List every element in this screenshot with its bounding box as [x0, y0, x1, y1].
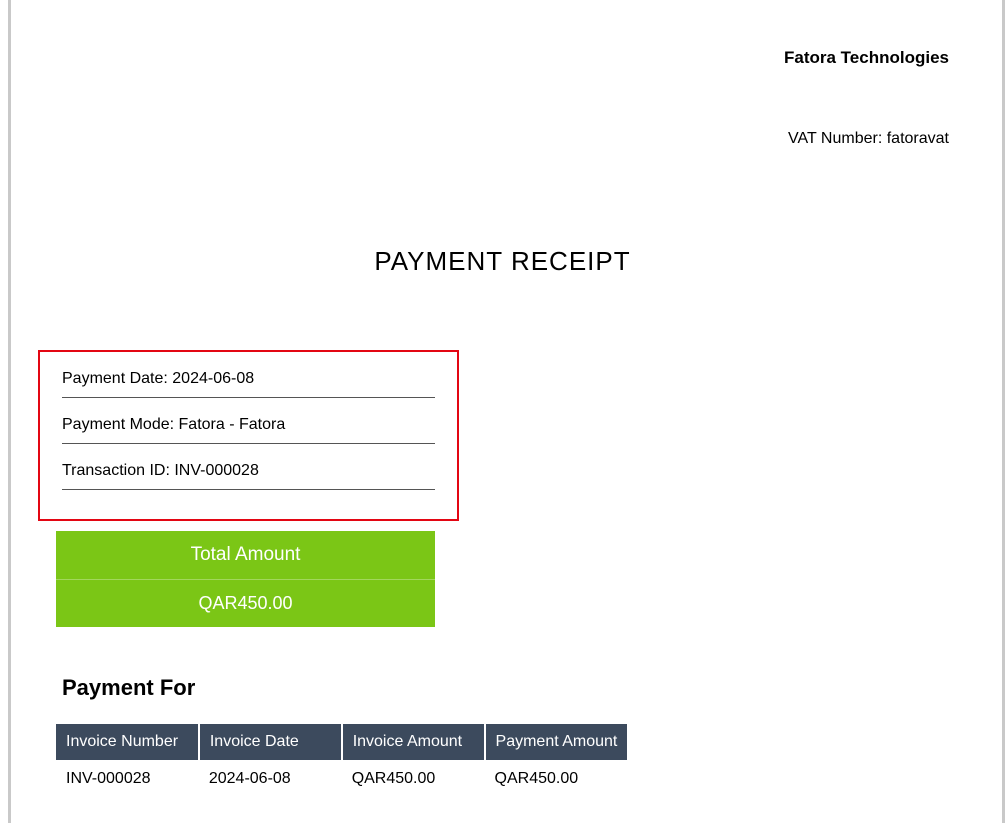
receipt-content: Fatora Technologies VAT Number: fatorava…	[0, 0, 1005, 823]
payment-details-box: Payment Date: 2024-06-08 Payment Mode: F…	[38, 350, 459, 521]
receipt-title: PAYMENT RECEIPT	[0, 246, 1005, 277]
payment-date-value: 2024-06-08	[172, 370, 254, 387]
vat-label: VAT Number:	[788, 130, 882, 147]
invoice-table: Invoice Number Invoice Date Invoice Amou…	[56, 724, 627, 788]
transaction-id-value: INV-000028	[174, 462, 259, 479]
payment-mode-label: Payment Mode:	[62, 416, 174, 433]
total-amount-box: Total Amount QAR450.00	[56, 531, 435, 627]
total-amount: QAR450.00	[56, 580, 435, 627]
header-invoice-date: Invoice Date	[199, 724, 342, 760]
transaction-id-label: Transaction ID:	[62, 462, 170, 479]
payment-date-label: Payment Date:	[62, 370, 168, 387]
payment-for-heading: Payment For	[62, 675, 195, 701]
payment-mode-value: Fatora - Fatora	[179, 416, 286, 433]
payment-mode-row: Payment Mode: Fatora - Fatora	[62, 416, 435, 444]
vat-value: fatoravat	[887, 130, 949, 147]
transaction-id-row: Transaction ID: INV-000028	[62, 462, 435, 490]
table-row: INV-000028 2024-06-08 QAR450.00 QAR450.0…	[56, 760, 627, 788]
header-payment-amount: Payment Amount	[485, 724, 628, 760]
header-invoice-number: Invoice Number	[56, 724, 199, 760]
company-name: Fatora Technologies	[784, 48, 949, 68]
header-invoice-amount: Invoice Amount	[342, 724, 485, 760]
cell-invoice-number: INV-000028	[56, 760, 199, 788]
vat-number: VAT Number: fatoravat	[788, 130, 949, 148]
cell-invoice-amount: QAR450.00	[342, 760, 485, 788]
payment-date-row: Payment Date: 2024-06-08	[62, 370, 435, 398]
cell-payment-amount: QAR450.00	[485, 760, 628, 788]
table-header-row: Invoice Number Invoice Date Invoice Amou…	[56, 724, 627, 760]
total-label: Total Amount	[56, 531, 435, 580]
cell-invoice-date: 2024-06-08	[199, 760, 342, 788]
